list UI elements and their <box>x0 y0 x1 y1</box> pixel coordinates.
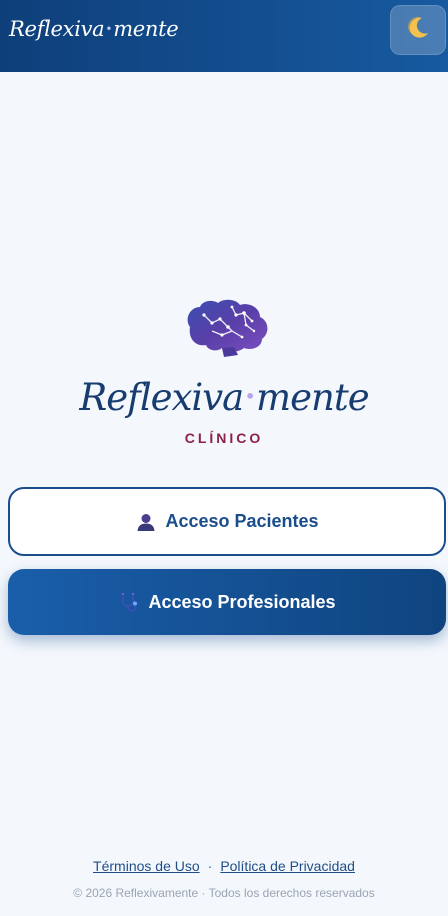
header-logo-part1: Reflexiva <box>9 17 105 41</box>
user-icon <box>135 511 157 533</box>
moon-icon <box>405 15 431 45</box>
brand-name-part2: mente <box>256 376 370 419</box>
header-logo-part2: mente <box>113 17 179 41</box>
theme-toggle-button[interactable] <box>390 5 446 55</box>
brand-name: Reflexiva•mente <box>0 376 448 419</box>
footer-links: Términos de Uso · Política de Privacidad <box>0 858 448 874</box>
patients-access-button[interactable]: Acceso Pacientes <box>8 487 446 556</box>
stethoscope-icon <box>118 591 140 613</box>
copyright-text: © 2026 Reflexivamente · Todos los derech… <box>73 886 375 900</box>
terms-link[interactable]: Términos de Uso <box>93 858 200 874</box>
brain-icon <box>182 297 272 361</box>
privacy-link[interactable]: Política de Privacidad <box>220 858 355 874</box>
app-header: Reflexiva•mente <box>0 0 448 72</box>
brand-subtitle: CLÍNICO <box>184 430 264 446</box>
professionals-access-label: Acceso Profesionales <box>148 591 336 612</box>
header-logo[interactable]: Reflexiva•mente <box>9 17 179 41</box>
header-logo-dot: • <box>105 22 113 36</box>
patients-access-label: Acceso Pacientes <box>165 511 319 531</box>
footer-separator: · <box>207 858 213 874</box>
brand-name-part1: Reflexiva <box>79 376 244 419</box>
brand-name-dot: • <box>244 384 256 408</box>
professionals-access-button[interactable]: Acceso Profesionales <box>8 569 446 635</box>
